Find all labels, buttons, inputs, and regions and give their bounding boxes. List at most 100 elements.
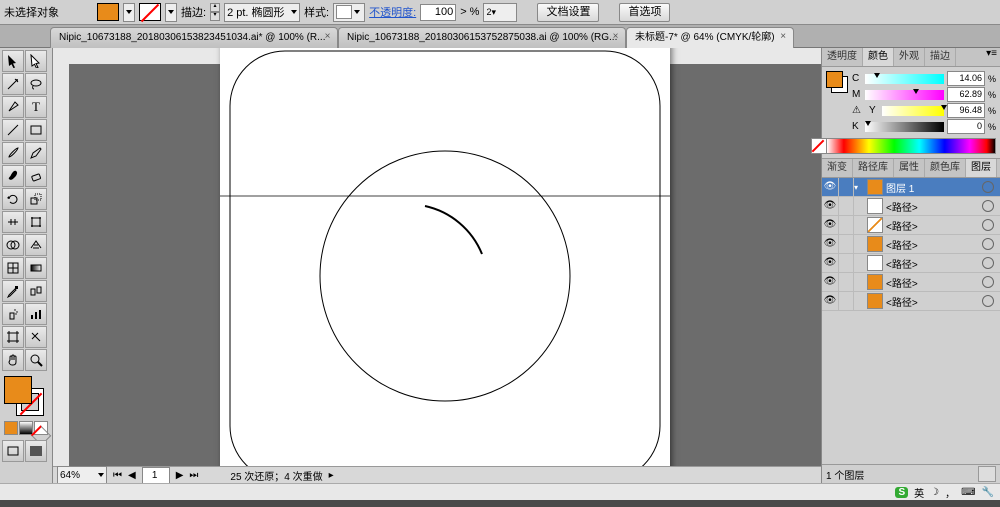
artboard-nav-prev[interactable]: ◀: [128, 470, 136, 481]
tab-color[interactable]: 颜色: [863, 48, 894, 66]
shape-builder-tool[interactable]: [2, 234, 24, 256]
direct-selection-tool[interactable]: [25, 50, 47, 72]
lock-toggle[interactable]: [839, 178, 854, 196]
tab-gradient[interactable]: 渐变: [822, 159, 853, 177]
selection-tool[interactable]: [2, 50, 24, 72]
free-transform-tool[interactable]: [25, 211, 47, 233]
artboard[interactable]: [220, 48, 670, 483]
cyan-slider[interactable]: [865, 74, 944, 84]
artboard-nav-first[interactable]: ⏮: [113, 470, 122, 481]
artboard-number[interactable]: 1: [142, 467, 170, 484]
tray-keyboard-icon[interactable]: ⌨: [961, 487, 975, 498]
target-icon[interactable]: [982, 295, 994, 307]
layer-row[interactable]: 👁<路径>: [822, 235, 1000, 254]
type-tool[interactable]: T: [25, 96, 47, 118]
layer-row[interactable]: 👁<路径>: [822, 292, 1000, 311]
expand-toggle[interactable]: ▾: [854, 183, 864, 192]
ime-icon[interactable]: S: [895, 487, 908, 498]
lasso-tool[interactable]: [25, 73, 47, 95]
tab-stroke[interactable]: 描边: [925, 48, 956, 66]
mesh-tool[interactable]: [2, 257, 24, 279]
locate-object-icon[interactable]: [978, 466, 996, 482]
magic-wand-tool[interactable]: [2, 73, 24, 95]
opacity-label[interactable]: 不透明度:: [369, 4, 416, 20]
blob-brush-tool[interactable]: [2, 165, 24, 187]
magenta-slider[interactable]: [865, 90, 944, 100]
color-fill-stroke[interactable]: [826, 71, 848, 93]
status-menu-arrow[interactable]: ▸: [329, 470, 334, 481]
gradient-tool[interactable]: [25, 257, 47, 279]
target-icon[interactable]: [982, 181, 994, 193]
layer-row[interactable]: 👁<路径>: [822, 197, 1000, 216]
layer-row[interactable]: 👁<路径>: [822, 254, 1000, 273]
color-mode-buttons[interactable]: [4, 421, 48, 435]
artboard-tool[interactable]: [2, 326, 24, 348]
visibility-toggle[interactable]: 👁: [822, 178, 839, 196]
tab-swatches[interactable]: 颜色库: [925, 159, 966, 177]
target-icon[interactable]: [982, 276, 994, 288]
ruler-origin[interactable]: [53, 48, 70, 65]
tab-appearance[interactable]: 外观: [894, 48, 925, 66]
layer-row[interactable]: 👁<路径>: [822, 273, 1000, 292]
document-tab[interactable]: Nipic_10673188_20180306153823451034.ai* …: [50, 27, 338, 48]
visibility-toggle[interactable]: 👁: [822, 292, 839, 310]
opacity-extra[interactable]: 2▾: [483, 3, 517, 22]
ime-lang[interactable]: 英: [914, 485, 924, 500]
pencil-tool[interactable]: [25, 142, 47, 164]
screen-mode-full[interactable]: [25, 440, 47, 462]
stroke-weight-field[interactable]: 2 pt. 椭圆形: [224, 3, 300, 22]
close-icon[interactable]: ×: [322, 31, 333, 42]
preferences-button[interactable]: 首选项: [619, 3, 670, 22]
opacity-field[interactable]: 100: [420, 4, 456, 21]
artboard-nav-last[interactable]: ⏭: [189, 470, 198, 481]
black-slider[interactable]: [865, 122, 944, 132]
artboard-nav-next[interactable]: ▶: [176, 470, 184, 481]
pen-tool[interactable]: [2, 96, 24, 118]
visibility-toggle[interactable]: 👁: [822, 273, 839, 291]
document-setup-button[interactable]: 文档设置: [537, 3, 599, 22]
tab-attributes[interactable]: 属性: [894, 159, 925, 177]
stroke-weight-spinner[interactable]: ▴▾: [210, 3, 220, 21]
document-tab[interactable]: Nipic_10673188_20180306153752875038.ai @…: [338, 27, 626, 48]
tab-pathfinder[interactable]: 路径库: [853, 159, 894, 177]
blend-tool[interactable]: [25, 280, 47, 302]
visibility-toggle[interactable]: 👁: [822, 197, 839, 215]
color-spectrum[interactable]: [826, 138, 996, 154]
tab-transparency[interactable]: 透明度: [822, 48, 863, 66]
document-tab[interactable]: 未标题-7* @ 64% (CMYK/轮廓)×: [626, 27, 794, 48]
eyedropper-tool[interactable]: [2, 280, 24, 302]
ruler-vertical[interactable]: [53, 64, 70, 483]
visibility-toggle[interactable]: 👁: [822, 216, 839, 234]
column-graph-tool[interactable]: [25, 303, 47, 325]
yellow-slider[interactable]: [882, 106, 944, 116]
visibility-toggle[interactable]: 👁: [822, 235, 839, 253]
eraser-tool[interactable]: [25, 165, 47, 187]
target-icon[interactable]: [982, 219, 994, 231]
scale-tool[interactable]: [25, 188, 47, 210]
graphic-style-dropdown[interactable]: [333, 3, 365, 22]
tab-layers[interactable]: 图层: [966, 159, 997, 177]
zoom-dropdown[interactable]: 64%: [57, 466, 107, 484]
perspective-grid-tool[interactable]: [25, 234, 47, 256]
tray-moon-icon[interactable]: ☽: [930, 487, 939, 498]
fill-swatch[interactable]: [97, 3, 119, 21]
tray-comma-icon[interactable]: ，: [945, 485, 955, 500]
out-of-gamut-icon[interactable]: ⚠: [852, 105, 866, 116]
symbol-sprayer-tool[interactable]: [2, 303, 24, 325]
tray-tool-icon[interactable]: 🔧: [982, 487, 994, 498]
canvas[interactable]: [69, 64, 821, 467]
layer-row[interactable]: 👁<路径>: [822, 216, 1000, 235]
stroke-dropdown[interactable]: [165, 3, 177, 22]
target-icon[interactable]: [982, 257, 994, 269]
target-icon[interactable]: [982, 200, 994, 212]
stroke-swatch-none[interactable]: [139, 3, 161, 21]
paintbrush-tool[interactable]: [2, 142, 24, 164]
zoom-tool[interactable]: [25, 349, 47, 371]
panel-menu-icon[interactable]: ▾≡: [983, 48, 1000, 66]
visibility-toggle[interactable]: 👁: [822, 254, 839, 272]
screen-mode-normal[interactable]: [2, 440, 24, 462]
hand-tool[interactable]: [2, 349, 24, 371]
slice-tool[interactable]: [25, 326, 47, 348]
rotate-tool[interactable]: [2, 188, 24, 210]
fill-dropdown[interactable]: [123, 3, 135, 22]
